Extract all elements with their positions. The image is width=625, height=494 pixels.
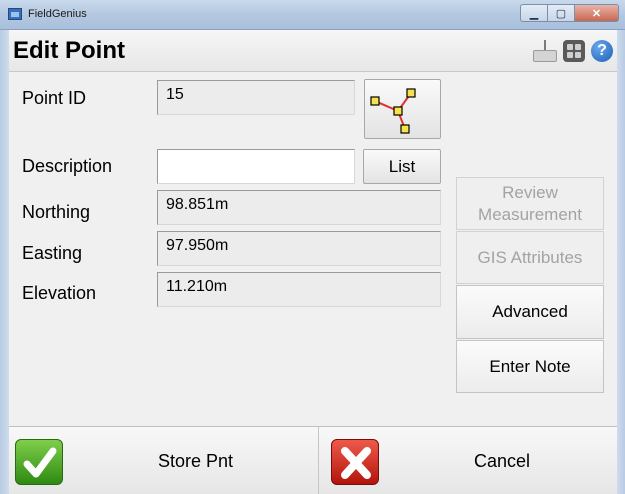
enter-note-button[interactable]: Enter Note [456,340,604,393]
review-measurement-button[interactable]: Review Measurement [456,177,604,230]
help-icon[interactable]: ? [591,40,613,62]
window-frame-right [617,30,625,494]
easting-label: Easting [22,243,83,263]
store-point-button[interactable]: Store Pnt [158,451,233,472]
bottom-divider [318,427,319,494]
page-header: Edit Point ? [9,30,617,72]
close-x-icon [331,439,379,485]
page-title: Edit Point [13,37,125,64]
window-controls: ▁ ▢ ✕ [520,4,619,24]
review-measurement-line1: Review [502,182,558,202]
description-label: Description [22,156,113,176]
close-icon: ✕ [591,7,602,20]
northing-label: Northing [22,202,91,222]
apps-grid-icon[interactable] [563,40,585,62]
point-id-label: Point ID [22,88,87,108]
maximize-button[interactable]: ▢ [547,4,574,22]
window-titlebar: FieldGenius ▁ ▢ ✕ [0,0,625,30]
bottom-action-bar: Store Pnt Cancel [9,426,617,494]
northing-field: 98.851m [157,190,441,225]
point-network-icon [370,88,416,134]
minimize-button[interactable]: ▁ [520,4,547,22]
advanced-button[interactable]: Advanced [456,285,604,339]
minimize-icon: ▁ [529,7,539,20]
window-title: FieldGenius [28,8,87,20]
checkmark-icon [15,439,63,485]
review-measurement-line2: Measurement [478,204,582,224]
app-icon [8,8,22,20]
list-button[interactable]: List [363,149,441,184]
easting-field: 97.950m [157,231,441,266]
gis-attributes-button[interactable]: GIS Attributes [456,231,604,284]
cancel-button[interactable]: Cancel [474,451,530,472]
maximize-icon: ▢ [555,7,567,20]
point-network-button[interactable] [364,79,441,139]
elevation-field: 11.210m [157,272,441,307]
window-frame-left [0,30,9,494]
elevation-label: Elevation [22,283,97,303]
close-window-button[interactable]: ✕ [574,4,619,22]
description-input[interactable] [157,149,355,184]
keyboard-icon[interactable] [533,40,557,62]
point-id-field[interactable]: 15 [157,80,355,115]
header-icons: ? [533,40,613,62]
